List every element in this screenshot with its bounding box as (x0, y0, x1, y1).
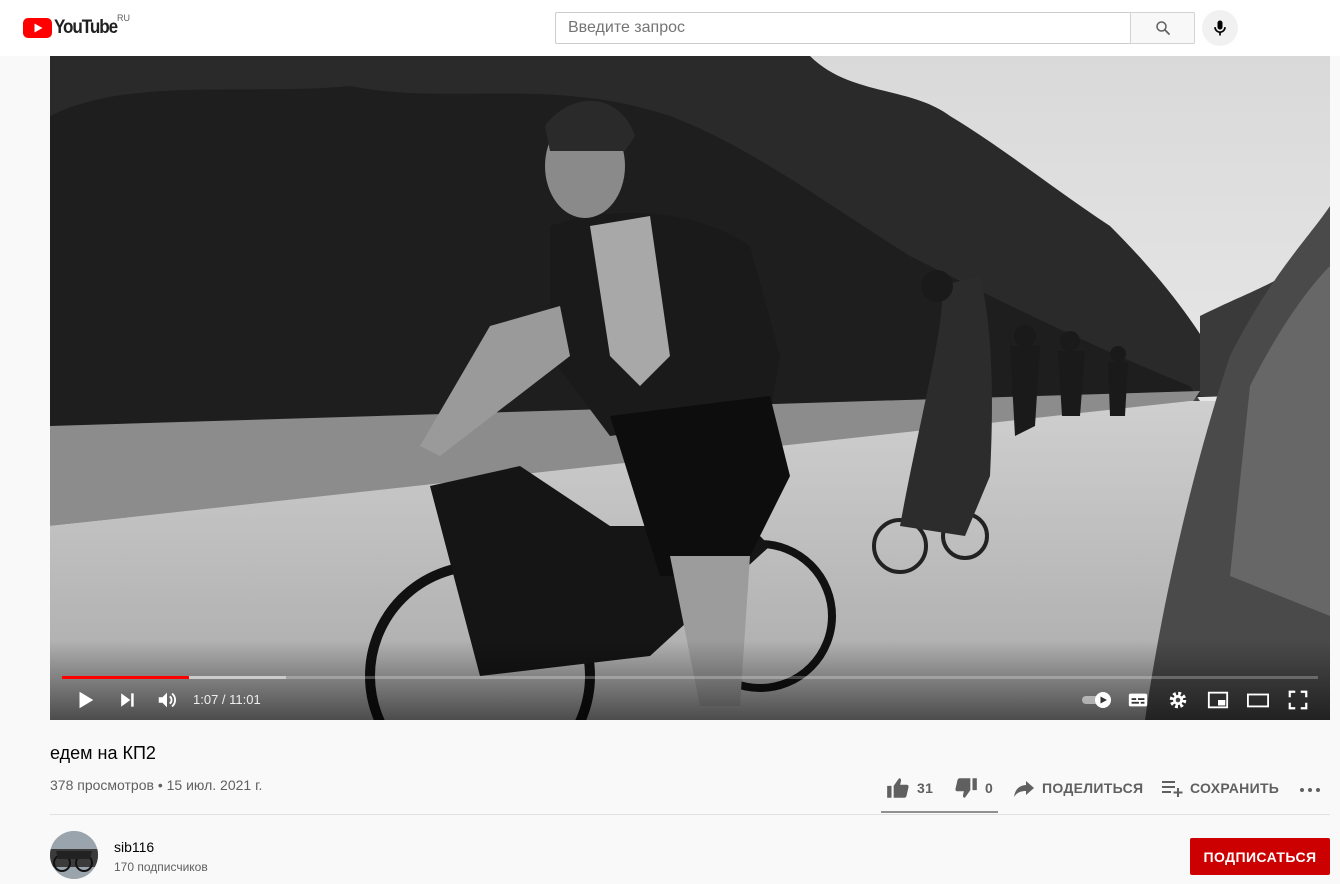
progress-played (62, 676, 189, 679)
miniplayer-icon (1207, 691, 1229, 709)
theater-mode-button[interactable] (1242, 684, 1274, 716)
playlist-add-icon (1162, 781, 1183, 797)
skip-next-icon (121, 693, 134, 707)
subscriber-count: 170 подписчиков (114, 860, 208, 874)
like-count: 31 (917, 780, 934, 796)
youtube-logo[interactable]: YouTube (23, 17, 124, 39)
play-icon (79, 691, 94, 709)
search-input[interactable] (556, 13, 1131, 43)
logo-text: YouTube (54, 17, 118, 38)
video-meta: 378 просмотров • 15 июл. 2021 г. (50, 777, 263, 793)
dislike-button[interactable]: 0 (953, 772, 993, 804)
more-horizontal-icon (1300, 788, 1320, 792)
progress-bar[interactable] (62, 676, 1318, 679)
video-player[interactable]: 1:07 / 11:01 (50, 56, 1330, 720)
sentiment-bar (881, 811, 998, 813)
masthead: YouTube RU (0, 0, 1340, 56)
thumbs-down-icon (955, 778, 977, 798)
voice-search-button[interactable] (1202, 10, 1238, 46)
settings-button[interactable] (1162, 684, 1194, 716)
next-button[interactable] (110, 684, 144, 716)
miniplayer-button[interactable] (1202, 684, 1234, 716)
search-icon (1155, 21, 1170, 35)
like-button[interactable]: 31 (885, 772, 933, 804)
video-frame (50, 56, 1330, 720)
region-code: RU (117, 13, 130, 23)
dislike-count: 0 (985, 780, 994, 796)
fullscreen-icon (1288, 690, 1308, 710)
channel-name[interactable]: sib116 (114, 839, 154, 855)
divider (50, 814, 1330, 815)
subtitles-icon (1128, 693, 1148, 707)
channel-avatar-image (50, 831, 98, 879)
autoplay-toggle-icon (1082, 692, 1111, 708)
autoplay-toggle[interactable] (1078, 684, 1116, 716)
more-actions-button[interactable] (1298, 772, 1322, 804)
theater-mode-icon (1247, 693, 1269, 708)
search-box (555, 12, 1131, 44)
play-button[interactable] (68, 684, 102, 716)
share-label: ПОДЕЛИТЬСЯ (1042, 780, 1144, 796)
share-button[interactable]: ПОДЕЛИТЬСЯ (1012, 772, 1143, 804)
volume-icon (158, 692, 176, 708)
youtube-play-logo-icon (23, 18, 52, 38)
time-display: 1:07 / 11:01 (193, 692, 261, 707)
share-arrow-icon (1014, 781, 1034, 797)
mute-button[interactable] (150, 684, 184, 716)
fullscreen-button[interactable] (1282, 684, 1314, 716)
microphone-icon (1214, 20, 1226, 36)
subscribe-button[interactable]: ПОДПИСАТЬСЯ (1190, 838, 1330, 875)
thumbs-up-icon (887, 778, 909, 798)
channel-avatar[interactable] (50, 831, 98, 879)
gear-icon (1169, 691, 1187, 709)
search-button[interactable] (1130, 12, 1195, 44)
video-title: едем на КП2 (50, 743, 156, 763)
save-button[interactable]: СОХРАНИТЬ (1160, 772, 1279, 804)
save-label: СОХРАНИТЬ (1190, 780, 1280, 796)
subtitles-button[interactable] (1122, 684, 1154, 716)
